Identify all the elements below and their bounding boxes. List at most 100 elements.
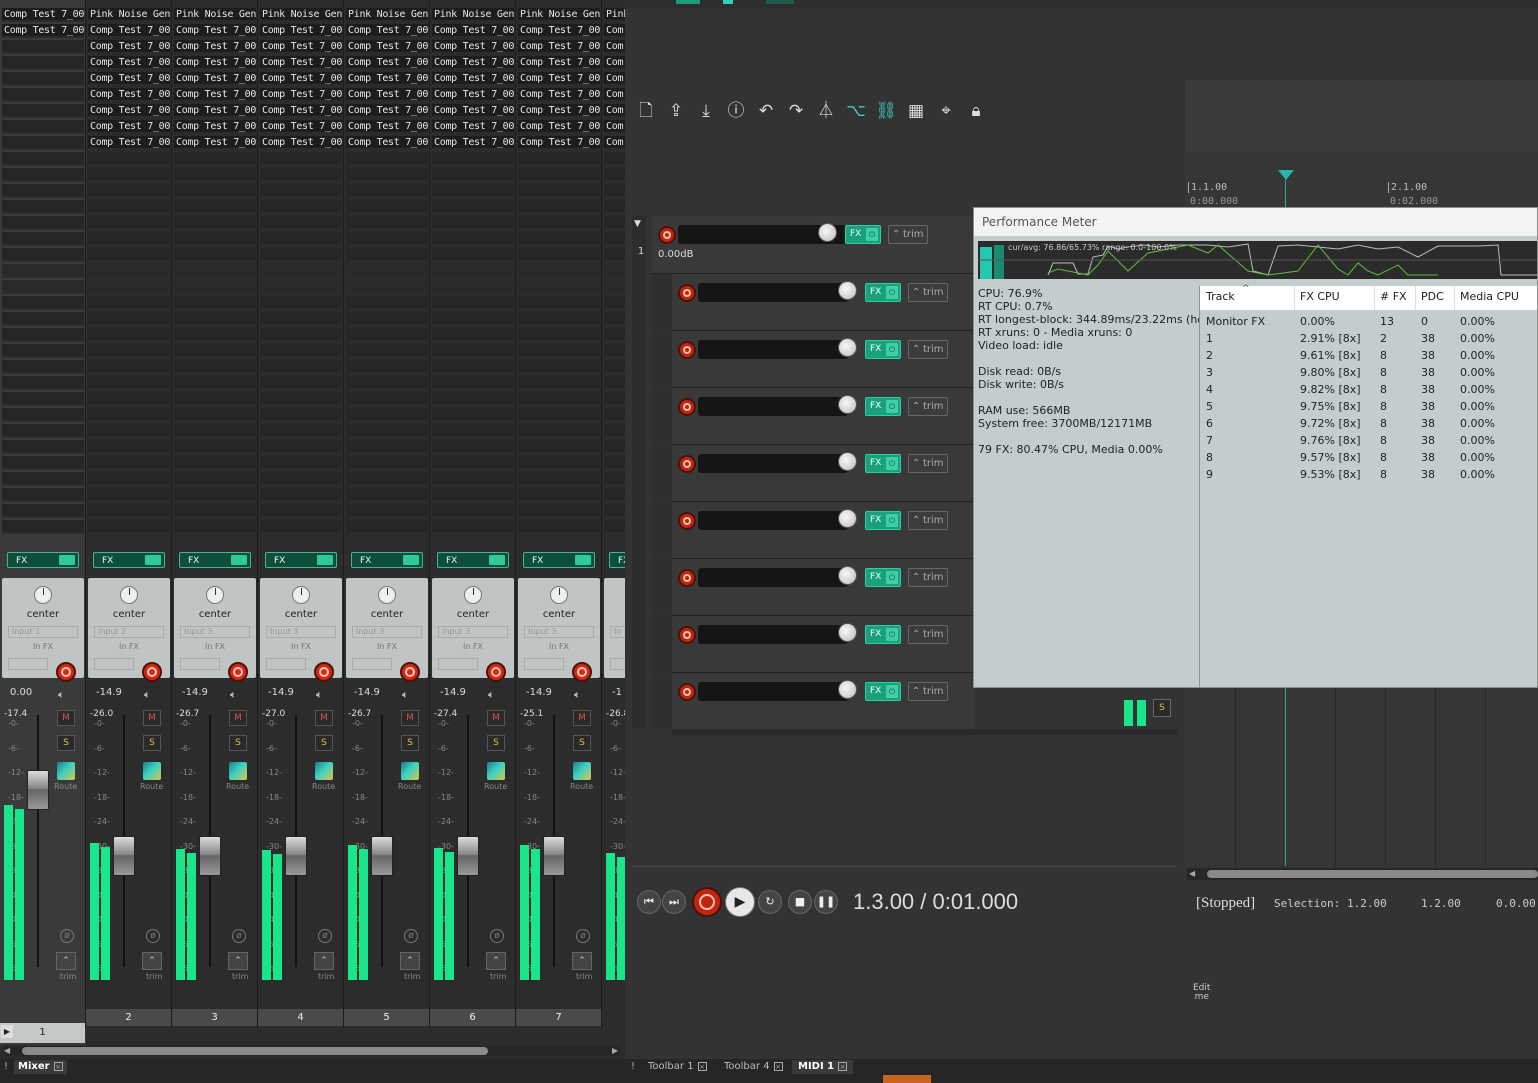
fx-slot-empty[interactable] xyxy=(174,520,256,534)
fx-power-icon[interactable]: ⏻ xyxy=(886,571,898,584)
solo-button[interactable]: S xyxy=(57,735,75,751)
trim-envelope-button[interactable]: ⌃ xyxy=(142,952,162,970)
input-select[interactable]: Input 2 xyxy=(94,626,164,638)
fx-slot-empty[interactable] xyxy=(604,248,625,262)
fx-button[interactable]: FX ⏻ xyxy=(865,568,901,587)
column-header[interactable]: PDC xyxy=(1421,290,1444,303)
fx-slot-empty[interactable] xyxy=(604,328,625,342)
fx-slot-empty[interactable] xyxy=(2,136,84,150)
route-icon[interactable] xyxy=(229,762,247,780)
input-fx-label[interactable]: In FX xyxy=(174,642,256,651)
fx-slot-empty[interactable] xyxy=(346,424,428,438)
volume-knob[interactable] xyxy=(838,281,857,300)
fx-button[interactable]: FX ⏻ xyxy=(845,225,881,244)
fx-power-icon[interactable]: ⏻ xyxy=(886,628,898,641)
fx-slot-empty[interactable] xyxy=(260,216,342,230)
tab-mixer[interactable]: Mixer × xyxy=(14,1060,67,1074)
fx-slot-empty[interactable] xyxy=(260,184,342,198)
tcp-track[interactable]: FX ⏻ trim xyxy=(672,616,975,673)
fx-slot-empty[interactable] xyxy=(2,56,84,70)
column-divider[interactable] xyxy=(1454,286,1455,310)
tcp-track[interactable]: FX ⏻ trim xyxy=(672,502,975,559)
track-name-field[interactable] xyxy=(698,397,848,416)
track-name-field[interactable] xyxy=(698,511,848,530)
route-icon[interactable] xyxy=(143,762,161,780)
fx-slot[interactable]: Pink Noise Gene xyxy=(432,8,514,22)
fx-slot-empty[interactable] xyxy=(2,488,84,502)
fx-slot[interactable]: Comp Test 7_00! xyxy=(432,120,514,134)
fx-slot-empty[interactable] xyxy=(518,168,600,182)
fx-slot[interactable]: Comp Test 7_00! xyxy=(518,104,600,118)
fx-slot-empty[interactable] xyxy=(518,296,600,310)
fx-slot[interactable]: Comp Test 7_00! xyxy=(432,40,514,54)
fx-slot[interactable]: Comp Test 7_00! xyxy=(346,72,428,86)
scroll-left-icon[interactable]: ◀ xyxy=(1189,869,1195,878)
pan-knob[interactable] xyxy=(378,586,396,604)
selection-start[interactable]: 1.2.00 xyxy=(1347,897,1387,910)
toolbar-toggle-icon[interactable] xyxy=(766,0,794,4)
fx-slot-empty[interactable] xyxy=(174,248,256,262)
fx-button[interactable]: FX xyxy=(351,552,423,568)
fx-slot[interactable]: Pink Noise Gene xyxy=(88,8,170,22)
track-name-field[interactable] xyxy=(698,568,848,587)
trim-button[interactable]: trim xyxy=(888,225,928,244)
fx-slot[interactable]: Comp Test 7_00! xyxy=(174,72,256,86)
fx-slot-empty[interactable] xyxy=(2,104,84,118)
fx-slot-empty[interactable] xyxy=(88,360,170,374)
phase-icon[interactable]: ø xyxy=(232,929,246,943)
fx-slot-empty[interactable] xyxy=(346,232,428,246)
fx-slot-empty[interactable] xyxy=(604,216,625,230)
fx-slot-empty[interactable] xyxy=(88,184,170,198)
phase-icon[interactable]: ø xyxy=(146,929,160,943)
fx-slot-empty[interactable] xyxy=(2,168,84,182)
fx-slot-empty[interactable] xyxy=(2,424,84,438)
fx-slot-empty[interactable] xyxy=(260,456,342,470)
record-arm-button[interactable] xyxy=(56,662,76,682)
fx-slot-empty[interactable] xyxy=(518,472,600,486)
fx-slot-empty[interactable] xyxy=(260,200,342,214)
volume-readout[interactable]: -14.9 xyxy=(354,687,380,698)
fx-slot[interactable]: Com xyxy=(604,24,625,38)
fx-slot-empty[interactable] xyxy=(260,248,342,262)
fx-slot[interactable]: Comp Test 7_00! xyxy=(174,104,256,118)
toolbar-toggle-icon[interactable] xyxy=(676,0,700,4)
fx-slot-empty[interactable] xyxy=(604,232,625,246)
edit-me-button[interactable]: Edit me xyxy=(1193,984,1210,1002)
tab-toolbar-4[interactable]: Toolbar 4 × xyxy=(724,1060,783,1074)
table-row[interactable]: 6 9.72% [8x] 8 38 0.00% xyxy=(1200,415,1537,432)
metronome-icon[interactable]: ⏃ xyxy=(813,98,839,124)
fx-slot-empty[interactable] xyxy=(604,520,625,534)
volume-readout[interactable]: -1 xyxy=(612,687,622,698)
peak-readout[interactable]: -26.8 xyxy=(606,709,625,719)
record-arm-button[interactable] xyxy=(678,284,696,302)
fx-slot-empty[interactable] xyxy=(88,376,170,390)
mute-button[interactable]: M xyxy=(143,710,161,726)
tcp-track[interactable]: FX ⏻ trim xyxy=(672,331,975,388)
fx-slot[interactable]: Comp Test 7_00! xyxy=(174,120,256,134)
fx-button[interactable]: FX ⏻ xyxy=(865,682,901,701)
fx-button[interactable]: FX ⏻ xyxy=(865,625,901,644)
fx-slot[interactable]: Comp Test 7_00! xyxy=(174,88,256,102)
fx-slot-empty[interactable] xyxy=(432,488,514,502)
save-up-icon[interactable]: ⇪ xyxy=(663,98,689,124)
solo-button[interactable]: S xyxy=(315,735,333,751)
record-arm-button[interactable] xyxy=(678,626,696,644)
record-arm-button[interactable] xyxy=(678,512,696,530)
fx-slot-empty[interactable] xyxy=(174,424,256,438)
fx-slot-empty[interactable] xyxy=(518,184,600,198)
fx-slot[interactable]: Comp Test 7_00! xyxy=(432,136,514,150)
mixer-strip[interactable]: Pink Noise Gene Comp Test 7_00! Comp Test … xyxy=(430,0,516,1045)
fx-slot-empty[interactable] xyxy=(260,152,342,166)
fx-slot-empty[interactable] xyxy=(346,408,428,422)
fx-slot-empty[interactable] xyxy=(432,296,514,310)
trim-button[interactable]: trim xyxy=(908,682,948,701)
fx-slot-empty[interactable] xyxy=(260,232,342,246)
fx-slot-empty[interactable] xyxy=(518,232,600,246)
mute-button[interactable]: M xyxy=(57,710,75,726)
scroll-left-icon[interactable]: ◀ xyxy=(4,1046,10,1055)
playhead-marker-icon[interactable] xyxy=(1278,170,1294,180)
fx-slot[interactable]: Comp Test 7_00! xyxy=(260,104,342,118)
solo-button[interactable]: S xyxy=(229,735,247,751)
fx-slot[interactable]: Comp Test 7_00! xyxy=(260,40,342,54)
fx-slot[interactable]: Com xyxy=(604,104,625,118)
